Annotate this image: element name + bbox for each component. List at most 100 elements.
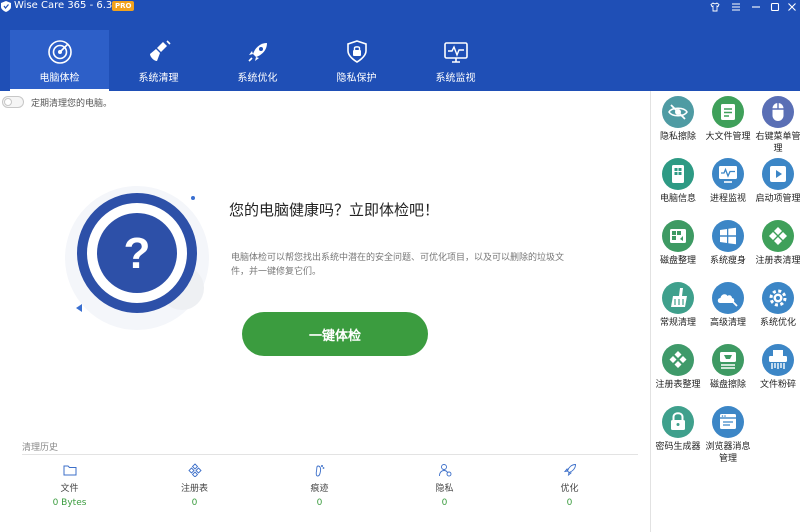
stat-registry: 注册表 0 (132, 463, 257, 513)
history-divider (22, 454, 638, 455)
one-click-scan-button[interactable]: 一键体检 (242, 312, 428, 356)
cloud-clean-icon (712, 282, 744, 314)
tab-label: 系统清理 (138, 73, 179, 84)
tool-disk-defrag[interactable]: 磁盘整理 (653, 220, 703, 282)
tool-context-menu-manager[interactable]: 右键菜单管理 (753, 96, 800, 158)
tool-label: 磁盘整理 (659, 256, 696, 266)
tool-label: 进程监视 (709, 194, 746, 204)
shirt-icon (710, 1, 720, 11)
tool-disk-wipe[interactable]: 磁盘擦除 (703, 344, 753, 406)
stat-label: 痕迹 (310, 484, 329, 494)
tab-label: 电脑体检 (39, 73, 80, 84)
tools-panel: 隐私擦除 大文件管理 右键菜单管理 电脑信息 进程监视 启动项管理 磁盘整理 系… (650, 91, 800, 532)
tool-label: 隐私擦除 (659, 132, 696, 142)
folder-icon (63, 465, 76, 476)
menu-icon (732, 2, 740, 11)
tool-system-slimming[interactable]: 系统瘦身 (703, 220, 753, 282)
tab-system-optimize[interactable]: 系统优化 (208, 30, 307, 91)
radar-icon (47, 40, 72, 64)
password-lock-icon (662, 406, 694, 438)
windows-icon (712, 220, 744, 252)
tool-registry-defrag[interactable]: 注册表整理 (653, 344, 703, 406)
tool-label: 磁盘擦除 (709, 380, 746, 390)
tool-registry-cleaner[interactable]: 注册表清理 (753, 220, 800, 282)
privacy-icon (438, 464, 451, 477)
shredder-icon (762, 344, 794, 376)
disk-defrag-icon (662, 220, 694, 252)
browser-icon (712, 406, 744, 438)
computer-info-icon (662, 158, 694, 190)
health-question-graphic: ? (65, 186, 209, 330)
stat-label: 隐私 (435, 484, 454, 494)
tab-system-clean[interactable]: 系统清理 (109, 30, 208, 91)
tool-process-monitor[interactable]: 进程监视 (703, 158, 753, 220)
auto-clean-toggle[interactable] (2, 96, 24, 108)
toggle-knob (4, 98, 12, 106)
startup-icon (762, 158, 794, 190)
app-header: Wise Care 365 - 6.3.1 PRO 电脑体检 系统清理 系统优化… (0, 0, 800, 91)
tool-label: 密码生成器 (655, 442, 701, 452)
tab-pc-checkup[interactable]: 电脑体检 (10, 30, 109, 91)
tool-system-optimize[interactable]: 系统优化 (753, 282, 800, 344)
maximize-icon (770, 2, 780, 11)
process-monitor-icon (712, 158, 744, 190)
tab-privacy[interactable]: 隐私保护 (307, 30, 406, 91)
history-stats: 文件 0 Bytes 注册表 0 痕迹 0 隐私 0 优化 0 (7, 463, 632, 513)
tab-label: 系统监视 (435, 73, 476, 84)
tab-label: 隐私保护 (336, 73, 377, 84)
tool-label: 电脑信息 (659, 194, 696, 204)
tool-browser-notification-manager[interactable]: 浏览器消息管理 (703, 406, 753, 468)
app-logo-icon (1, 1, 11, 12)
file-list-icon (712, 96, 744, 128)
tool-startup-manager[interactable]: 启动项管理 (753, 158, 800, 220)
stat-value: 0 (191, 498, 198, 508)
registry-icon (187, 463, 202, 477)
tab-system-monitor[interactable]: 系统监视 (406, 30, 505, 91)
registry-defrag-icon (662, 344, 694, 376)
lock-shield-icon (346, 40, 367, 63)
tool-label: 大文件管理 (705, 132, 751, 142)
tool-label: 右键菜单管理 (755, 132, 800, 154)
maximize-button[interactable] (768, 0, 782, 13)
main-nav: 电脑体检 系统清理 系统优化 隐私保护 系统监视 (10, 30, 505, 91)
tool-large-file-manager[interactable]: 大文件管理 (703, 96, 753, 158)
tool-label: 常规清理 (659, 318, 696, 328)
tool-privacy-eraser[interactable]: 隐私擦除 (653, 96, 703, 158)
tool-computer-info[interactable]: 电脑信息 (653, 158, 703, 220)
footprint-icon (315, 465, 324, 477)
stat-label: 优化 (560, 484, 579, 494)
skin-button[interactable] (708, 0, 722, 13)
app-title: Wise Care 365 - 6.3.1 (14, 0, 122, 11)
tool-file-shredder[interactable]: 文件粉碎 (753, 344, 800, 406)
tool-label: 浏览器消息管理 (705, 442, 751, 464)
stat-label: 注册表 (180, 484, 208, 494)
tab-label: 系统优化 (237, 73, 278, 84)
svg-text:?: ? (124, 229, 151, 278)
broom-icon (149, 40, 171, 61)
minimize-icon (752, 5, 760, 8)
checkup-description: 电脑体检可以帮您找出系统中潜在的安全问题、可优化项目，以及可以删除的垃圾文件，并… (231, 253, 565, 277)
stat-traces: 痕迹 0 (257, 463, 382, 513)
mouse-icon (762, 96, 794, 128)
stat-privacy: 隐私 0 (382, 463, 507, 513)
broom-icon (662, 282, 694, 314)
registry-clean-icon (762, 220, 794, 252)
rocket-icon (247, 43, 267, 62)
stat-files: 文件 0 Bytes (7, 463, 132, 513)
menu-button[interactable] (729, 0, 743, 13)
tool-advanced-clean[interactable]: 高级清理 (703, 282, 753, 344)
close-button[interactable] (785, 0, 799, 13)
monitor-icon (443, 42, 468, 63)
tool-password-generator[interactable]: 密码生成器 (653, 406, 703, 468)
stat-value: 0 Bytes (52, 498, 87, 508)
tools-grid: 隐私擦除 大文件管理 右键菜单管理 电脑信息 进程监视 启动项管理 磁盘整理 系… (653, 96, 800, 468)
eye-slash-icon (662, 96, 694, 128)
title-bar[interactable]: Wise Care 365 - 6.3.1 PRO (0, 0, 800, 14)
stat-value: 0 (441, 498, 448, 508)
main-content: 定期清理您的电脑。 ? 您的电脑健康吗？立即体检吧！ 电脑体检可以帮您找出系统中… (0, 91, 650, 532)
close-icon (788, 2, 796, 11)
tool-label: 系统瘦身 (709, 256, 746, 266)
minimize-button[interactable] (749, 0, 763, 13)
stat-value: 0 (566, 498, 573, 508)
tool-regular-clean[interactable]: 常规清理 (653, 282, 703, 344)
